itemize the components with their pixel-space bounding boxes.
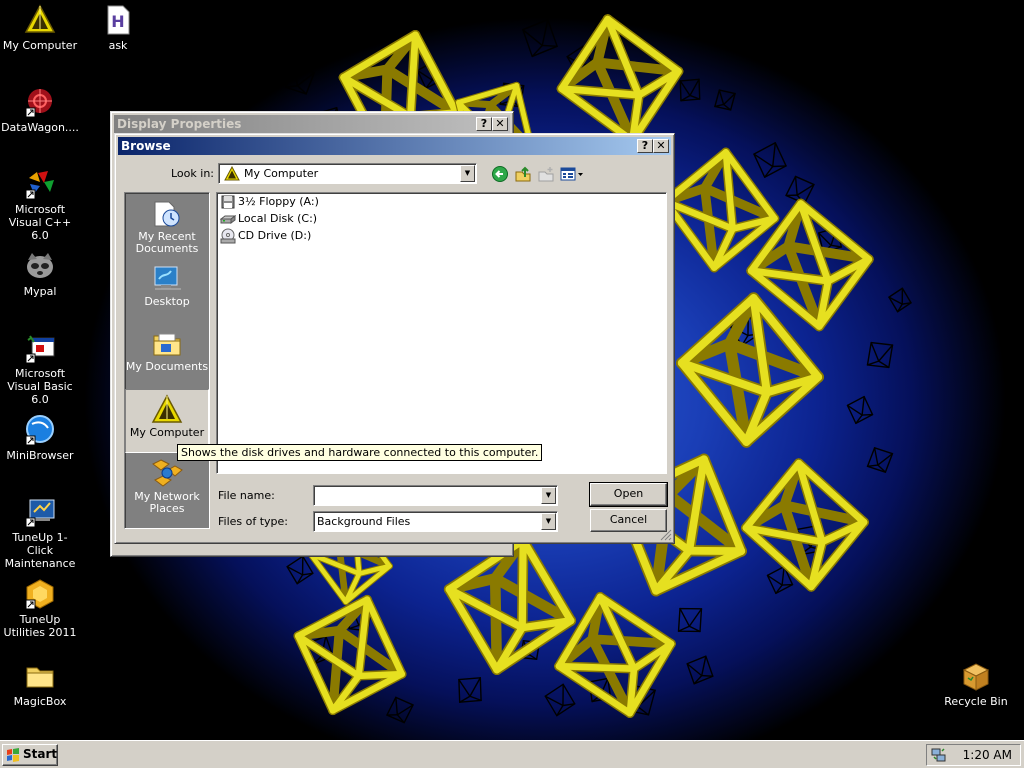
recent-documents-icon	[154, 201, 180, 227]
minibrowser-icon	[25, 415, 54, 446]
files-of-type-label: Files of type:	[218, 515, 289, 528]
place-label: My Documents	[125, 360, 209, 373]
back-icon[interactable]	[491, 165, 509, 183]
display-properties-title: Display Properties	[117, 117, 242, 131]
desktop-icon-visual-cpp[interactable]: Microsoft Visual C++ 6.0	[0, 168, 80, 242]
files-of-type-select[interactable]: Background Files ▼	[313, 511, 558, 532]
display-properties-close-button[interactable]: ✕	[492, 117, 508, 131]
browse-help-button[interactable]: ?	[637, 139, 653, 153]
place-my-recent-documents[interactable]: My Recent Documents	[125, 194, 209, 258]
browse-titlebar: Browse ? ✕	[118, 137, 671, 155]
file-item-floppy[interactable]: 3½ Floppy (A:)	[220, 194, 319, 210]
hard-disk-icon	[219, 215, 237, 224]
windows-logo-icon	[7, 748, 19, 762]
desktop-icon-tuneup-maintenance[interactable]: TuneUp 1-Click Maintenance	[0, 496, 80, 570]
place-my-network-places[interactable]: My Network Places	[125, 454, 209, 524]
look-in-combo[interactable]: My Computer ▼	[218, 163, 477, 184]
floppy-drive-icon	[221, 195, 235, 209]
place-label: My Network Places	[134, 490, 200, 515]
network-places-icon	[152, 459, 183, 487]
svg-text:H: H	[111, 12, 124, 31]
tuneup-utilities-icon	[25, 579, 54, 610]
display-properties-titlebar: Display Properties ? ✕	[114, 115, 510, 133]
up-folder-icon[interactable]	[514, 165, 532, 183]
desktop-icon-magicbox[interactable]: MagicBox	[0, 660, 80, 708]
mypal-icon	[27, 253, 53, 278]
places-bar: My Recent Documents Desktop My Documents…	[124, 192, 210, 529]
file-name-label: File name:	[218, 489, 275, 502]
desktop-icon	[154, 266, 181, 290]
tuneup-maintenance-icon	[25, 499, 55, 528]
recycle-bin-icon	[962, 663, 990, 691]
system-tray: 1:20 AM	[926, 744, 1021, 766]
look-in-label: Look in:	[171, 167, 214, 180]
cd-drive-icon	[220, 228, 236, 244]
file-name-input[interactable]: ▼	[313, 485, 558, 506]
file-name-dropdown-button[interactable]: ▼	[541, 487, 556, 504]
file-item-cd-drive[interactable]: CD Drive (D:)	[220, 228, 311, 244]
file-list[interactable]: 3½ Floppy (A:) Local Disk (C:) CD Drive …	[216, 192, 667, 474]
browse-dialog: Browse ? ✕ Look in: My Computer ▼ My Rec…	[114, 133, 675, 544]
network-tray-icon[interactable]	[931, 747, 947, 763]
browse-title: Browse	[121, 139, 171, 153]
my-computer-icon	[24, 4, 56, 33]
my-computer-icon	[224, 166, 240, 181]
desktop-icon-my-computer[interactable]: My Computer	[0, 4, 80, 52]
place-desktop[interactable]: Desktop	[125, 259, 209, 323]
file-item-local-disk[interactable]: Local Disk (C:)	[219, 211, 317, 227]
browse-close-button[interactable]: ✕	[653, 139, 669, 153]
size-grip[interactable]	[660, 529, 672, 541]
start-button[interactable]: Start	[2, 744, 58, 766]
desktop-icon-mypal[interactable]: Mypal	[0, 250, 80, 298]
visual-basic-icon	[25, 335, 55, 364]
desktop-icon-visual-basic[interactable]: Microsoft Visual Basic 6.0	[0, 332, 80, 406]
tooltip: Shows the disk drives and hardware conne…	[177, 444, 543, 461]
visual-cpp-icon	[25, 171, 54, 200]
clock[interactable]: 1:20 AM	[963, 748, 1012, 762]
files-of-type-value: Background Files	[317, 515, 411, 528]
desktop: My Computer H ask DataWagon.... Microsof…	[0, 0, 1024, 740]
datawagon-icon	[25, 89, 52, 118]
start-label: Start	[23, 747, 58, 761]
place-my-documents[interactable]: My Documents	[125, 324, 209, 388]
my-documents-icon	[153, 333, 181, 356]
desktop-icon-recycle-bin[interactable]: Recycle Bin	[936, 660, 1016, 708]
cancel-button[interactable]: Cancel	[590, 509, 667, 532]
new-folder-icon	[538, 167, 554, 182]
look-in-value: My Computer	[244, 167, 319, 180]
place-label: My Recent Documents	[135, 230, 199, 255]
ask-icon: H	[107, 5, 130, 35]
views-menu-icon[interactable]	[560, 165, 584, 183]
desktop-icon-ask[interactable]: H ask	[78, 4, 158, 52]
place-label: Desktop	[144, 295, 190, 308]
files-of-type-dropdown-button[interactable]: ▼	[541, 513, 556, 530]
display-properties-help-button[interactable]: ?	[476, 117, 492, 131]
desktop-icon-tuneup-utilities[interactable]: TuneUp Utilities 2011	[0, 578, 80, 639]
look-in-dropdown-button[interactable]: ▼	[460, 165, 475, 182]
taskbar: Start 1:20 AM	[0, 740, 1024, 768]
folder-icon	[26, 667, 54, 688]
place-label: My Computer	[129, 426, 205, 439]
my-computer-icon	[151, 394, 183, 423]
open-button[interactable]: Open	[589, 482, 668, 507]
desktop-icon-datawagon[interactable]: DataWagon....	[0, 86, 80, 134]
desktop-icon-minibrowser[interactable]: MiniBrowser	[0, 414, 80, 462]
